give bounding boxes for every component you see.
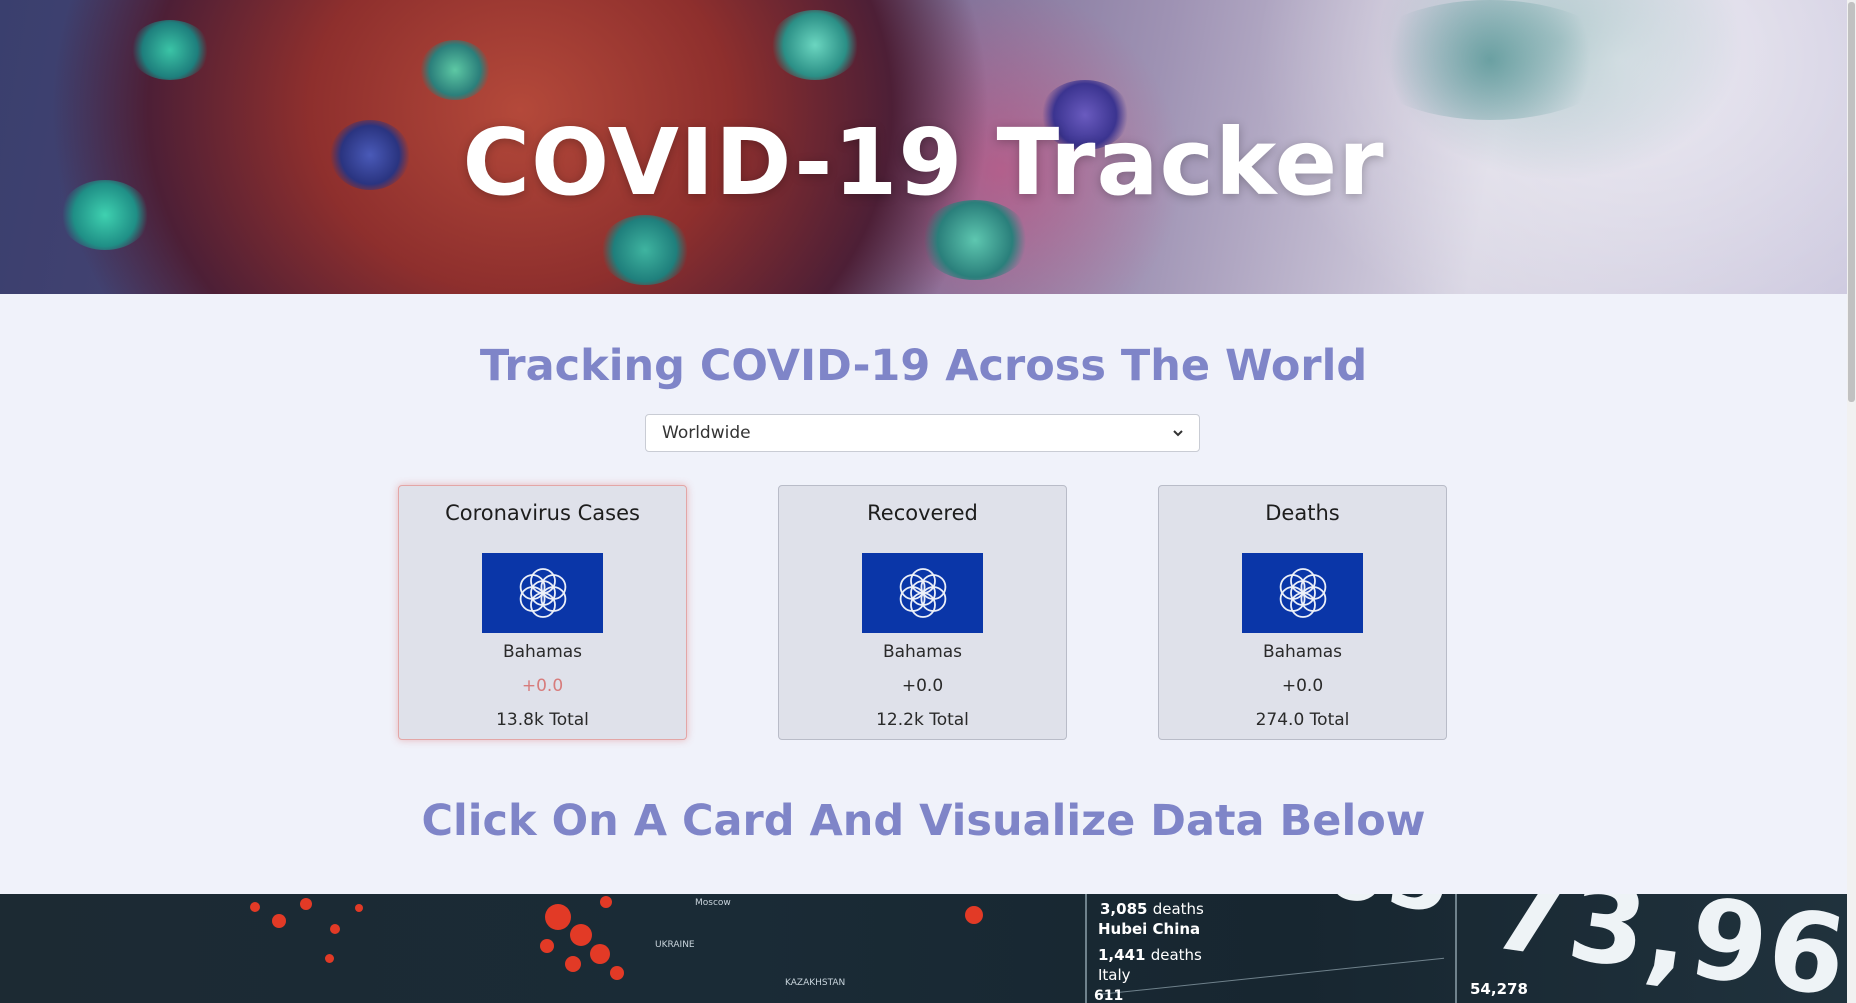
big-number: 73,968 — [1483, 894, 1847, 1003]
card-coronavirus-cases[interactable]: Coronavirus Cases Bahamas +0.0 13.8k Tot… — [398, 485, 687, 740]
map-dot — [565, 956, 581, 972]
stat-count-partial: 611 — [1094, 988, 1124, 1003]
map-label: Moscow — [695, 898, 731, 908]
map-dot — [540, 939, 554, 953]
map-dot — [300, 898, 312, 910]
panel-divider — [1455, 894, 1457, 1003]
flag-of-earth-icon — [1242, 553, 1363, 633]
stat-place: Hubei China — [1098, 920, 1201, 938]
card-total: 13.8k Total — [496, 710, 589, 730]
big-number: 7565 — [1189, 894, 1460, 937]
map-dot — [545, 904, 571, 930]
country-select-value: Worldwide — [662, 423, 751, 443]
map-dot — [330, 924, 340, 934]
stat-count-partial: 54,278 — [1470, 980, 1528, 998]
card-country: Bahamas — [502, 642, 583, 662]
stat-count: 1,441 deaths — [1098, 946, 1202, 964]
map-label: UKRAINE — [655, 940, 695, 950]
stat-count-unit: deaths — [1150, 946, 1202, 964]
page: COVID-19 Tracker Tracking COVID-19 Acros… — [0, 0, 1847, 1003]
flag-of-earth-icon — [482, 553, 603, 633]
map-dot — [590, 944, 610, 964]
card-recovered[interactable]: Recovered Bahamas +0.0 12.2k Total — [778, 485, 1067, 740]
map-dot — [600, 896, 612, 908]
virus-spike — [1360, 0, 1620, 120]
scroll-thumb[interactable] — [1848, 2, 1855, 402]
map-dot — [610, 966, 624, 980]
stat-place: Italy — [1098, 966, 1131, 984]
virus-spike — [130, 20, 210, 80]
card-title: Coronavirus Cases — [445, 501, 640, 525]
dashboard-photo: Moscow UKRAINE KAZAKHSTAN 3,085 deaths H… — [0, 894, 1847, 1003]
map-dot — [355, 904, 363, 912]
card-delta: +0.0 — [521, 676, 564, 696]
card-country: Bahamas — [1262, 642, 1343, 662]
panel-divider — [1085, 894, 1087, 1003]
stat-count-value: 1,441 — [1098, 946, 1146, 964]
hero-title: COVID-19 Tracker — [462, 109, 1385, 216]
stat-count: 3,085 deaths — [1100, 900, 1204, 918]
chevron-down-icon — [1173, 426, 1183, 441]
card-title: Deaths — [1265, 501, 1340, 525]
card-delta: +0.0 — [1281, 676, 1324, 696]
stat-count-unit: deaths — [1152, 900, 1204, 918]
page-subtitle: Tracking COVID-19 Across The World — [479, 341, 1368, 391]
page-scrollbar[interactable] — [1847, 0, 1856, 1003]
card-total: 274.0 Total — [1255, 710, 1350, 730]
map-dot — [250, 902, 260, 912]
map-dot — [272, 914, 286, 928]
flag-of-earth-icon — [862, 553, 983, 633]
virus-spike — [420, 40, 490, 100]
map-dot — [570, 924, 592, 946]
hero-banner: COVID-19 Tracker — [0, 0, 1847, 294]
map-label: KAZAKHSTAN — [785, 978, 846, 988]
virus-spike — [770, 10, 860, 80]
map-dot — [965, 906, 983, 924]
map-dot — [325, 954, 334, 963]
stat-count-value: 3,085 — [1100, 900, 1148, 918]
card-delta: +0.0 — [901, 676, 944, 696]
card-deaths[interactable]: Deaths Bahamas +0.0 274.0 Total — [1158, 485, 1447, 740]
visualize-heading: Click On A Card And Visualize Data Below — [421, 796, 1426, 846]
card-total: 12.2k Total — [876, 710, 969, 730]
country-select[interactable]: Worldwide — [645, 414, 1200, 452]
card-title: Recovered — [867, 501, 978, 525]
virus-spike — [600, 215, 690, 285]
card-country: Bahamas — [882, 642, 963, 662]
